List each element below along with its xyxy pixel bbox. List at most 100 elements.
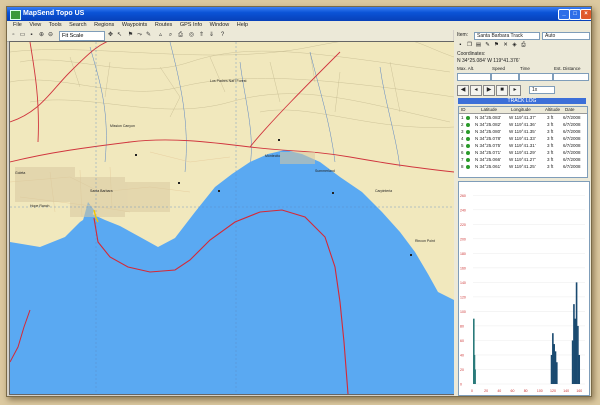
- graph-bar: [578, 354, 581, 384]
- graph-x-tick: 40: [497, 389, 501, 393]
- col-altitude[interactable]: Altitude: [545, 107, 560, 113]
- graph-y-tick: 160: [460, 266, 466, 270]
- table-row[interactable]: 4N 34°25.078' W 119°41.33' 3 ft 6/7/2008: [459, 135, 587, 142]
- stop-button[interactable]: ■: [496, 85, 508, 96]
- side-panel: Item: Santa Barbara Track Auto ▪ ❐ ▤ ✎ ⚑…: [454, 30, 591, 396]
- col-id[interactable]: ID: [461, 107, 466, 113]
- col-latitude[interactable]: Latitude: [481, 107, 497, 113]
- menu-view[interactable]: View: [29, 21, 41, 30]
- flag-icon[interactable]: ⚑: [493, 42, 500, 49]
- table-row[interactable]: 3N 34°25.080' W 119°41.35' 3 ft 6/7/2008: [459, 128, 587, 135]
- zoom-out-icon[interactable]: ⊖: [47, 32, 54, 39]
- graph-y-tick: 20: [460, 368, 464, 372]
- altitude-graph[interactable]: 0 20 40 60 80 100 120 140 160 180 200 220 240 260 0 20…: [458, 181, 590, 396]
- help-icon[interactable]: ?: [219, 32, 226, 39]
- distance-label: Est. Distance: [554, 66, 581, 71]
- edit-icon[interactable]: ✎: [484, 42, 491, 49]
- playback-controls: ◀ ◂ ▶ ■ ▸ 1x: [457, 85, 588, 96]
- graph-x-tick: 80: [524, 389, 528, 393]
- select-icon[interactable]: ↖: [116, 32, 123, 39]
- menu-waypoints[interactable]: Waypoints: [122, 21, 147, 30]
- menu-routes[interactable]: Routes: [155, 21, 172, 30]
- graph-y-tick: 180: [460, 252, 466, 256]
- item-type-select[interactable]: Auto: [542, 32, 590, 40]
- window-title: MapSend Topo US: [23, 10, 85, 17]
- paste-icon[interactable]: ▤: [475, 42, 482, 49]
- table-row[interactable]: 5N 34°25.075' W 119°41.31' 3 ft 6/7/2008: [459, 142, 587, 149]
- zoom-in-icon[interactable]: ⊕: [38, 32, 45, 39]
- graph-x-tick: 60: [511, 389, 515, 393]
- app-icon: [10, 10, 21, 20]
- play-button[interactable]: ▶: [483, 85, 495, 96]
- save-icon[interactable]: ▪: [457, 42, 464, 49]
- waypoint-icon[interactable]: ⚑: [127, 32, 134, 39]
- pan-icon[interactable]: ✥: [107, 32, 114, 39]
- delete-icon[interactable]: ✕: [502, 42, 509, 49]
- menu-window[interactable]: Window: [210, 21, 230, 30]
- track-icon[interactable]: ✎: [145, 32, 152, 39]
- graph-y-tick: 240: [460, 208, 466, 212]
- app-window: MapSend Topo US _ □ × File View Tools Se…: [6, 6, 592, 397]
- graph-y-tick: 80: [460, 324, 464, 328]
- menu-file[interactable]: File: [13, 21, 22, 30]
- graph-x-tick: 140: [563, 389, 569, 393]
- table-row[interactable]: 1N 34°25.083' W 119°41.37' 3 ft 6/7/2008: [459, 114, 587, 121]
- map-canvas[interactable]: Santa Barbara Montecito Summerland Carpi…: [10, 42, 454, 394]
- print-icon[interactable]: ⎙: [520, 42, 527, 49]
- map-label: Carpinteria: [375, 189, 392, 193]
- playback-speed-select[interactable]: 1x: [529, 86, 555, 94]
- menu-regions[interactable]: Regions: [94, 21, 114, 30]
- item-label: Item:: [457, 32, 469, 38]
- table-row[interactable]: 8N 34°25.061' W 119°41.25' 3 ft 6/7/2008: [459, 163, 587, 170]
- table-row[interactable]: 2N 34°25.082' W 119°41.36' 3 ft 6/7/2008: [459, 121, 587, 128]
- max-alt-field: [457, 73, 491, 81]
- print-icon[interactable]: ⎙: [177, 32, 184, 39]
- graph-bars: [473, 282, 581, 384]
- table-row[interactable]: 7N 34°25.066' W 119°41.27' 3 ft 6/7/2008: [459, 156, 587, 163]
- rewind-button[interactable]: ◀: [457, 85, 469, 96]
- item-select[interactable]: Santa Barbara Track: [474, 32, 540, 40]
- menu-search[interactable]: Search: [69, 21, 86, 30]
- time-label: Time: [520, 66, 530, 71]
- graph-y-tick: 140: [460, 281, 466, 285]
- graph-y-tick: 40: [460, 353, 464, 357]
- properties-icon[interactable]: ◈: [511, 42, 518, 49]
- graph-y-tick: 220: [460, 223, 466, 227]
- new-icon[interactable]: ▫: [10, 32, 17, 39]
- measure-icon[interactable]: ▵: [157, 32, 164, 39]
- table-title: TRACK LOG: [458, 98, 586, 104]
- menu-help[interactable]: Help: [237, 21, 248, 30]
- map-view[interactable]: Santa Barbara Montecito Summerland Carpi…: [9, 41, 455, 395]
- graph-y-tick: 120: [460, 295, 466, 299]
- save-icon[interactable]: ▪: [28, 32, 35, 39]
- scale-select[interactable]: Fit Scale: [59, 31, 105, 41]
- gps-icon[interactable]: ◎: [188, 32, 195, 39]
- menu-gps-info[interactable]: GPS Info: [180, 21, 202, 30]
- close-button[interactable]: ×: [580, 9, 591, 20]
- track-log-table[interactable]: ID Latitude Longitude Altitude Date 1N 3…: [458, 106, 588, 178]
- graph-y-tick: 200: [460, 237, 466, 241]
- menu-tools[interactable]: Tools: [49, 21, 62, 30]
- graph-x-tick-labels: 0 20 40 60 80 100 120 140 160: [471, 389, 582, 393]
- map-label: Summerland: [315, 169, 335, 173]
- step-back-button[interactable]: ◂: [470, 85, 482, 96]
- fast-forward-button[interactable]: ▸: [509, 85, 521, 96]
- map-label: Goleta: [15, 171, 25, 175]
- route-icon[interactable]: ⤳: [136, 32, 143, 39]
- col-longitude[interactable]: Longitude: [511, 107, 531, 113]
- col-date[interactable]: Date: [565, 107, 575, 113]
- find-icon[interactable]: ⌕: [167, 32, 174, 39]
- download-icon[interactable]: ⇓: [208, 32, 215, 39]
- copy-icon[interactable]: ❐: [466, 42, 473, 49]
- map-label: Hope Ranch: [30, 204, 50, 208]
- table-row[interactable]: 6N 34°25.071' W 119°41.29' 3 ft 6/7/2008: [459, 149, 587, 156]
- max-alt-label: Max. Alt.: [457, 66, 475, 71]
- graph-x-tick: 160: [576, 389, 582, 393]
- panel-toolbar: ▪ ❐ ▤ ✎ ⚑ ✕ ◈ ⎙: [457, 41, 588, 50]
- open-icon[interactable]: ▭: [19, 32, 26, 39]
- menu-bar: File View Tools Search Regions Waypoints…: [7, 21, 591, 30]
- table-header: ID Latitude Longitude Altitude Date: [459, 107, 587, 114]
- graph-y-tick: 260: [460, 194, 466, 198]
- upload-icon[interactable]: ⇑: [198, 32, 205, 39]
- speed-label: Speed: [492, 66, 506, 71]
